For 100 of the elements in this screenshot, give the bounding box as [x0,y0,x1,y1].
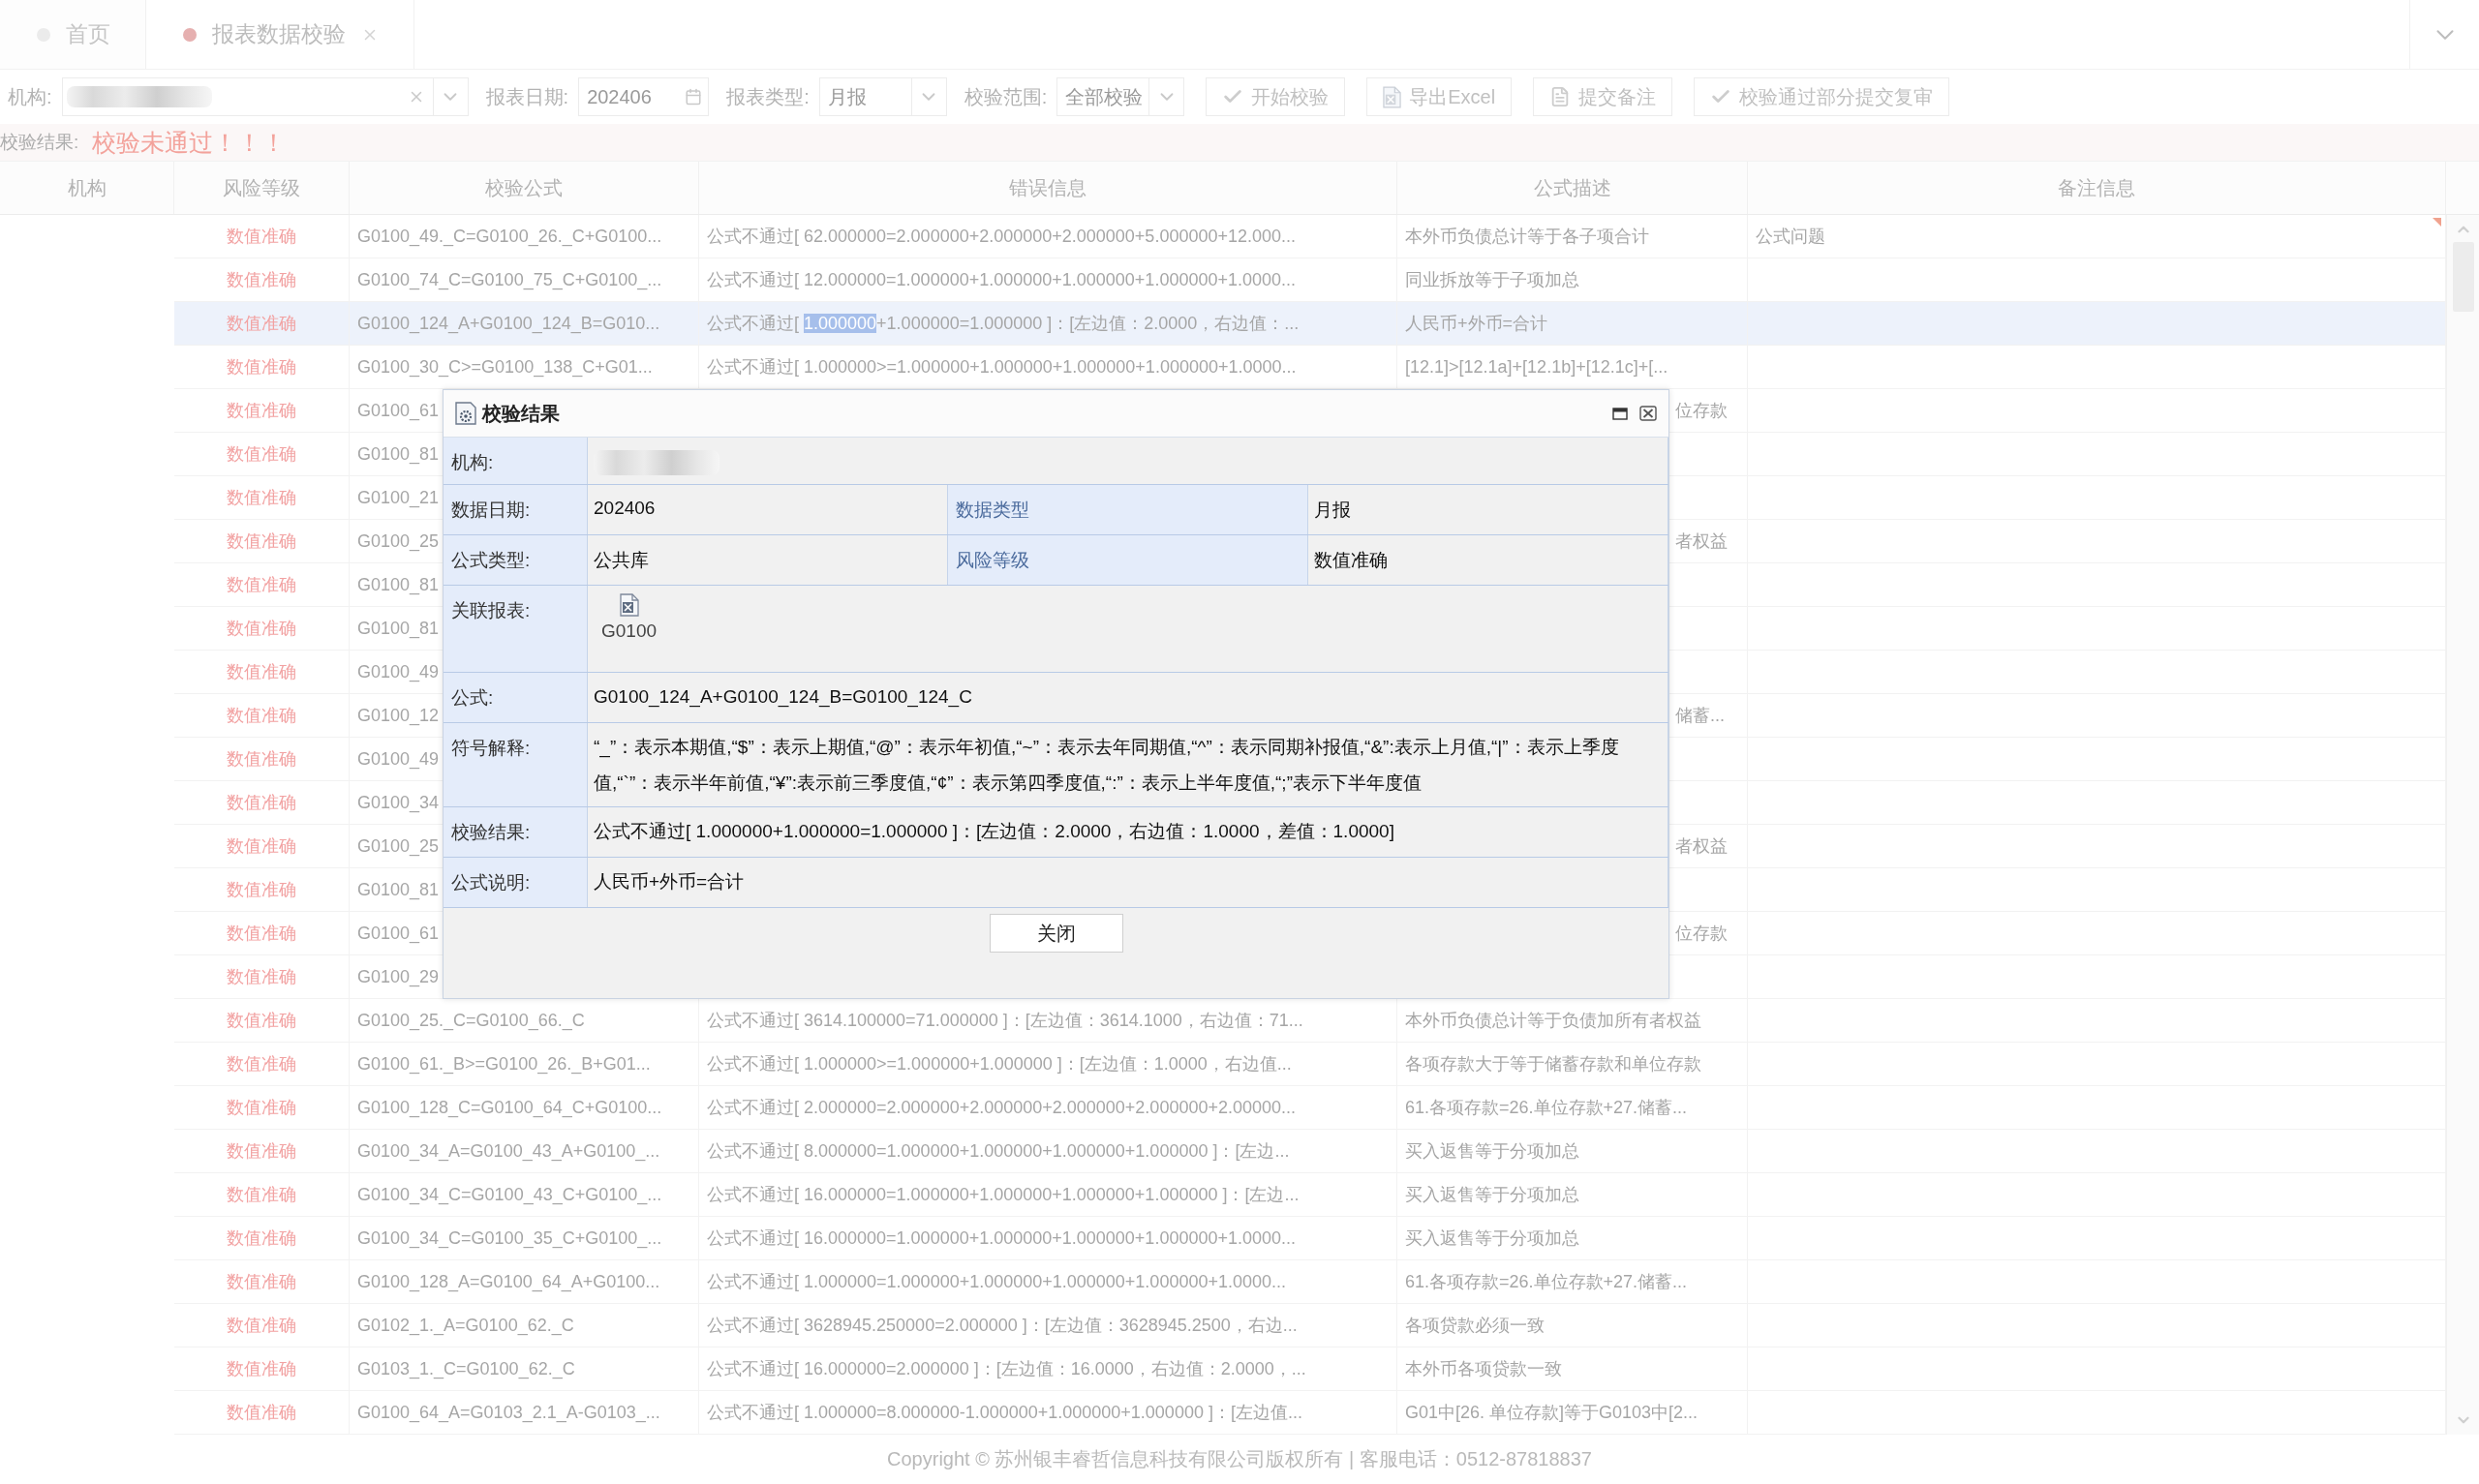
formula-text: G0100_34 [357,792,440,813]
error-message-text: 公式不通过[ 62.000000=2.000000+2.000000+2.000000+5.000000+12.000... [707,226,1296,248]
error-message-text: 公式不通过[ 3614.100000=71.000000 ]：[左边值：3614.1000，右边值：71... [707,1010,1303,1032]
formula-text: G0100_128_A=G0100_64_A+G0100... [357,1271,660,1292]
formula-description-text: 位存款 [1675,923,1728,945]
risk-level-text: 数值准确 [227,1315,296,1337]
field-value: 公式不通过[ 1.000000+1.000000=1.000000 ]：[左边值：2.0000，右边值：1.0000，差值：1.0000] [594,820,1395,843]
formula-description-text: 买入返售等于分项加总 [1405,1140,1579,1163]
risk-level-text: 数值准确 [227,226,296,248]
error-message-text: 公式不通过[ 1.000000=1.000000+1.000000+1.000000+1.000000+1.0000... [707,1271,1286,1293]
formula-text: G0100_74_C=G0100_75_C+G0100_... [357,269,662,290]
error-message-text: 公式不通过[ 16.000000=1.000000+1.000000+1.000000+1.000000+1.0000... [707,1227,1296,1250]
risk-level-text: 数值准确 [227,748,296,771]
formula-text: G0100_81 [357,574,440,595]
formula-text: G0100_30_C>=G0100_138_C+G01... [357,356,653,378]
risk-level-text: 数值准确 [227,313,296,335]
risk-level-text: 数值准确 [227,443,296,466]
risk-level-text: 数值准确 [227,1227,296,1250]
formula-text: G0100_81 [357,443,440,465]
formula-text: G0102_1._A=G0100_62._C [357,1315,574,1336]
formula-text: G0100_25 [357,835,440,857]
formula-text: G0100_61 [357,923,440,944]
column-header: 风险等级 [174,162,350,214]
formula-text: G0100_128_C=G0100_64_C+G0100... [357,1097,662,1118]
formula-description-text: 位存款 [1675,400,1728,422]
formula-text: G0100_49._C=G0100_26._C+G0100... [357,226,662,247]
risk-level-text: 数值准确 [227,530,296,553]
risk-level-text: 数值准确 [227,835,296,858]
field-value: 数值准确 [1314,550,1388,570]
column-header: 公式描述 [1397,162,1748,214]
field-label: 公式类型: [444,535,588,585]
risk-level-text: 数值准确 [227,1358,296,1380]
error-message-text: 公式不通过[ 3628945.250000=2.000000 ]：[左边值：3628945.2500，右边... [707,1315,1298,1337]
formula-text: G0100_25 [357,530,440,552]
error-message-text: 公式不通过[ 1.000000>=1.000000+1.000000 ]：[左边值：1.0000，右边值... [707,1053,1292,1075]
formula-text: G0100_124_A+G0100_124_B=G010... [357,313,660,334]
formula-description-text: 各项存款大于等于储蓄存款和单位存款 [1405,1053,1701,1075]
column-header: 备注信息 [1748,162,2446,214]
result-label: 校验结果: [0,131,79,154]
formula-description-text: 者权益 [1675,835,1728,858]
risk-level-text: 数值准确 [227,1271,296,1293]
formula-text: G0100_49 [357,661,440,682]
field-value: 人民币+外币=合计 [594,870,746,893]
error-message-text: 公式不通过[ 1.000000>=1.000000+1.000000+1.000000+1.000000+1.0000... [707,356,1297,379]
field-label: 校验范围: [964,84,1048,109]
formula-description-text: 者权益 [1675,530,1728,553]
risk-level-text: 数值准确 [227,966,296,988]
formula-text: G0100_25._C=G0100_66._C [357,1010,585,1031]
formula-text: G0100_34_A=G0100_43_A+G0100_... [357,1140,660,1162]
field-label: 风险等级 [948,535,1308,585]
formula-description-text: 本外币负债总计等于负债加所有者权益 [1405,1010,1701,1032]
field-label: 机构: [8,84,52,109]
formula-description-text: 买入返售等于分项加总 [1405,1227,1579,1250]
remark-text: 公式问题 [1756,226,1825,248]
formula-text: G0100_34_C=G0100_43_C+G0100_... [357,1184,662,1205]
formula-text: G0100_64_A=G0103_2.1_A-G0103_... [357,1402,660,1423]
risk-level-text: 数值准确 [227,574,296,596]
field-value: 公共库 [594,550,649,570]
field-label: 校验结果: [444,807,588,857]
risk-level-text: 数值准确 [227,879,296,901]
field-value: 202406 [594,498,656,518]
formula-description-text: 各项贷款必须一致 [1405,1315,1545,1337]
risk-level-text: 数值准确 [227,1097,296,1119]
field-label: 数据日期: [444,485,588,534]
column-header: 错误信息 [699,162,1397,214]
error-message-text: 公式不通过[ 8.000000=1.000000+1.000000+1.000000+1.000000 ]：[左边... [707,1140,1290,1163]
risk-level-text: 数值准确 [227,1140,296,1163]
formula-text: G0100_21 [357,487,440,508]
copyright-text: Copyright © 苏州银丰睿哲信息科技有限公司版权所有 | 客服电话：0512-87818837 [887,1447,1592,1471]
risk-level-text: 数值准确 [227,792,296,814]
formula-description-text: 人民币+外币=合计 [1405,313,1548,335]
risk-level-text: 数值准确 [227,269,296,291]
formula-text: G0100_49 [357,748,440,770]
field-value: G0100_124_A+G0100_124_B=G0100_124_C [594,685,973,710]
formula-text: G0100_61._B>=G0100_26._B+G01... [357,1053,651,1075]
risk-level-text: 数值准确 [227,661,296,683]
column-header: 机构 [0,162,174,214]
risk-level-text: 数值准确 [227,1053,296,1075]
risk-level-text: 数值准确 [227,1402,296,1424]
column-header: 校验公式 [350,162,699,214]
risk-level-text: 数值准确 [227,487,296,509]
formula-text: G0100_29 [357,966,440,987]
field-label: 报表日期: [485,84,569,109]
field-label: 公式说明: [444,858,588,907]
formula-description-text: 本外币负债总计等于各子项合计 [1405,226,1649,248]
formula-text: G0100_81 [357,618,440,639]
error-message-text: 公式不通过[ 1.000000=8.000000-1.000000+1.000000+1.000000 ]：[左边值... [707,1402,1302,1424]
error-message-text: 公式不通过[ 12.000000=1.000000+1.000000+1.000000+1.000000+1.0000... [707,269,1296,291]
formula-description-text: 61.各项存款=26.单位存款+27.储蓄... [1405,1271,1688,1293]
risk-level-text: 数值准确 [227,618,296,640]
formula-description-text: 储蓄... [1675,705,1725,727]
field-label: 关联报表: [444,586,588,672]
formula-description-text: 买入返售等于分项加总 [1405,1184,1579,1206]
risk-level-text: 数值准确 [227,1010,296,1032]
formula-description-text: 61.各项存款=26.单位存款+27.储蓄... [1405,1097,1688,1119]
formula-description-text: 本外币各项贷款一致 [1405,1358,1562,1380]
field-label: 符号解释: [444,723,588,806]
risk-level-text: 数值准确 [227,1184,296,1206]
risk-level-text: 数值准确 [227,923,296,945]
formula-text: G0100_12 [357,705,440,726]
